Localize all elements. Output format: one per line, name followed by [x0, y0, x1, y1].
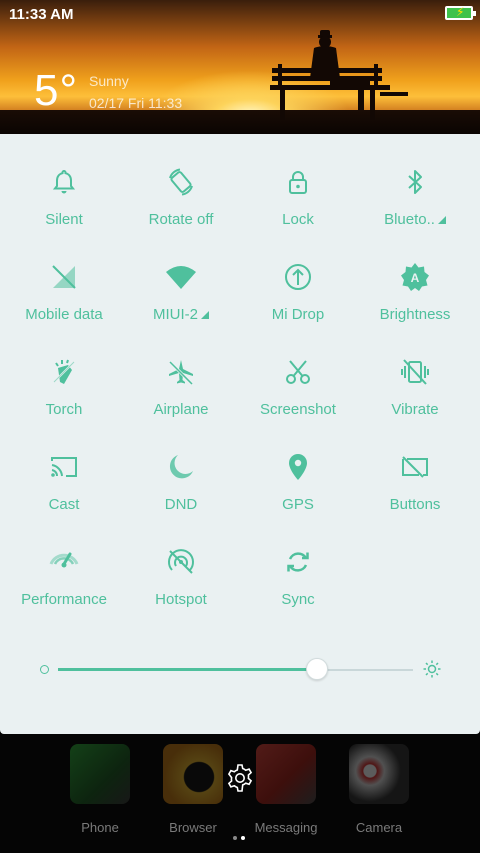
- wallpaper-header: 11:33 AM ⚡ 5° Sunny 02/17 Fri 11:33: [0, 0, 480, 134]
- toggle-auto-brightness[interactable]: A Brightness: [355, 229, 475, 323]
- toggle-wifi[interactable]: MIUI-2: [121, 229, 241, 323]
- sync-button[interactable]: Sync: [238, 514, 358, 608]
- toggle-buttons[interactable]: Buttons: [355, 419, 475, 513]
- app-label-camera: Camera: [355, 820, 403, 835]
- toggle-vibrate[interactable]: Vibrate: [355, 324, 475, 418]
- airplane-icon: [168, 360, 194, 386]
- app-label-phone: Phone: [81, 820, 119, 835]
- tile-label: DND: [164, 496, 198, 513]
- slider-thumb[interactable]: [306, 658, 329, 680]
- quick-settings-panel: Silent Rotate off Lock Blueto.. Mobile d…: [0, 134, 480, 734]
- tile-label: Performance: [21, 591, 107, 608]
- toggle-bluetooth[interactable]: Blueto..: [355, 134, 475, 228]
- tile-label: Buttons: [389, 496, 441, 513]
- location-pin-icon: [289, 454, 307, 480]
- brightness-slider[interactable]: [38, 654, 448, 684]
- toggle-hotspot[interactable]: Hotspot: [121, 514, 241, 608]
- rotate-icon: [169, 168, 193, 196]
- messaging-app-icon[interactable]: [256, 744, 316, 804]
- svg-text:A: A: [411, 271, 420, 285]
- weather-temperature[interactable]: 5°: [34, 66, 78, 116]
- toggle-lock[interactable]: Lock: [238, 134, 358, 228]
- tile-label: Lock: [282, 211, 314, 228]
- toggle-torch[interactable]: Torch: [4, 324, 124, 418]
- tile-label: Mi Drop: [271, 306, 325, 323]
- toggle-silent[interactable]: Silent: [4, 134, 124, 228]
- torch-icon: [53, 359, 75, 384]
- expand-triangle-icon[interactable]: [437, 216, 446, 224]
- expand-triangle-icon[interactable]: [201, 311, 209, 319]
- scissors-icon: [286, 360, 310, 384]
- weather-datetime[interactable]: 02/17 Fri 11:33: [89, 95, 182, 111]
- mobile-data-icon: [52, 265, 76, 289]
- tile-label: Screenshot: [260, 401, 336, 418]
- page-dot: [233, 836, 237, 840]
- phone-app-icon[interactable]: [70, 744, 130, 804]
- wifi-icon: [166, 266, 196, 289]
- tile-label: Brightness: [379, 306, 451, 323]
- bench-silhouette: [270, 30, 408, 120]
- home-dock: Phone Browser Messaging Camera: [0, 734, 480, 853]
- toggle-gps[interactable]: GPS: [238, 419, 358, 513]
- tile-label: Torch: [45, 401, 83, 418]
- settings-gear-icon[interactable]: [224, 762, 256, 794]
- vibrate-icon: [401, 359, 429, 385]
- weather-condition[interactable]: Sunny: [89, 73, 129, 89]
- tile-label: Sync: [281, 591, 315, 608]
- tile-label: Hotspot: [155, 591, 207, 608]
- app-label-browser: Browser: [169, 820, 217, 835]
- toggle-dnd[interactable]: DND: [121, 419, 241, 513]
- page-indicator: [233, 827, 249, 845]
- status-bar: 11:33 AM ⚡: [0, 0, 480, 28]
- toggle-mi-drop[interactable]: Mi Drop: [238, 229, 358, 323]
- auto-brightness-icon: A: [401, 263, 429, 291]
- lock-icon: [289, 171, 307, 194]
- moon-icon: [169, 455, 193, 479]
- browser-app-icon[interactable]: [163, 744, 223, 804]
- tile-label: Vibrate: [391, 401, 439, 418]
- sync-icon: [287, 552, 309, 572]
- tile-label: MIUI-2: [121, 306, 241, 323]
- buttons-icon: [402, 456, 428, 478]
- tile-label: Cast: [48, 496, 80, 513]
- tile-label: Airplane: [153, 401, 209, 418]
- camera-app-icon[interactable]: [349, 744, 409, 804]
- toggle-airplane[interactable]: Airplane: [121, 324, 241, 418]
- performance-icon: [49, 552, 79, 568]
- brightness-low-icon: [40, 665, 49, 674]
- bell-icon: [52, 169, 76, 194]
- toggle-rotate[interactable]: Rotate off: [121, 134, 241, 228]
- tile-label: Mobile data: [25, 306, 103, 323]
- cast-button[interactable]: Cast: [4, 419, 124, 513]
- slider-fill: [58, 668, 318, 671]
- mi-drop-icon: [285, 264, 311, 290]
- page-dot-active: [241, 836, 245, 840]
- hotspot-icon: [168, 549, 194, 574]
- app-label-messaging: Messaging: [254, 820, 318, 835]
- bluetooth-icon: [408, 170, 422, 194]
- battery-charging-icon: ⚡: [445, 5, 476, 20]
- tile-label: Silent: [45, 211, 83, 228]
- tile-label: Rotate off: [148, 211, 214, 228]
- screenshot-button[interactable]: Screenshot: [238, 324, 358, 418]
- toggle-performance[interactable]: Performance: [4, 514, 124, 608]
- cast-icon: [51, 457, 77, 477]
- brightness-high-icon: [423, 660, 441, 678]
- tile-label: GPS: [282, 496, 314, 513]
- status-time: 11:33 AM: [9, 6, 74, 23]
- tile-label: Blueto..: [355, 211, 475, 228]
- toggle-mobile-data[interactable]: Mobile data: [4, 229, 124, 323]
